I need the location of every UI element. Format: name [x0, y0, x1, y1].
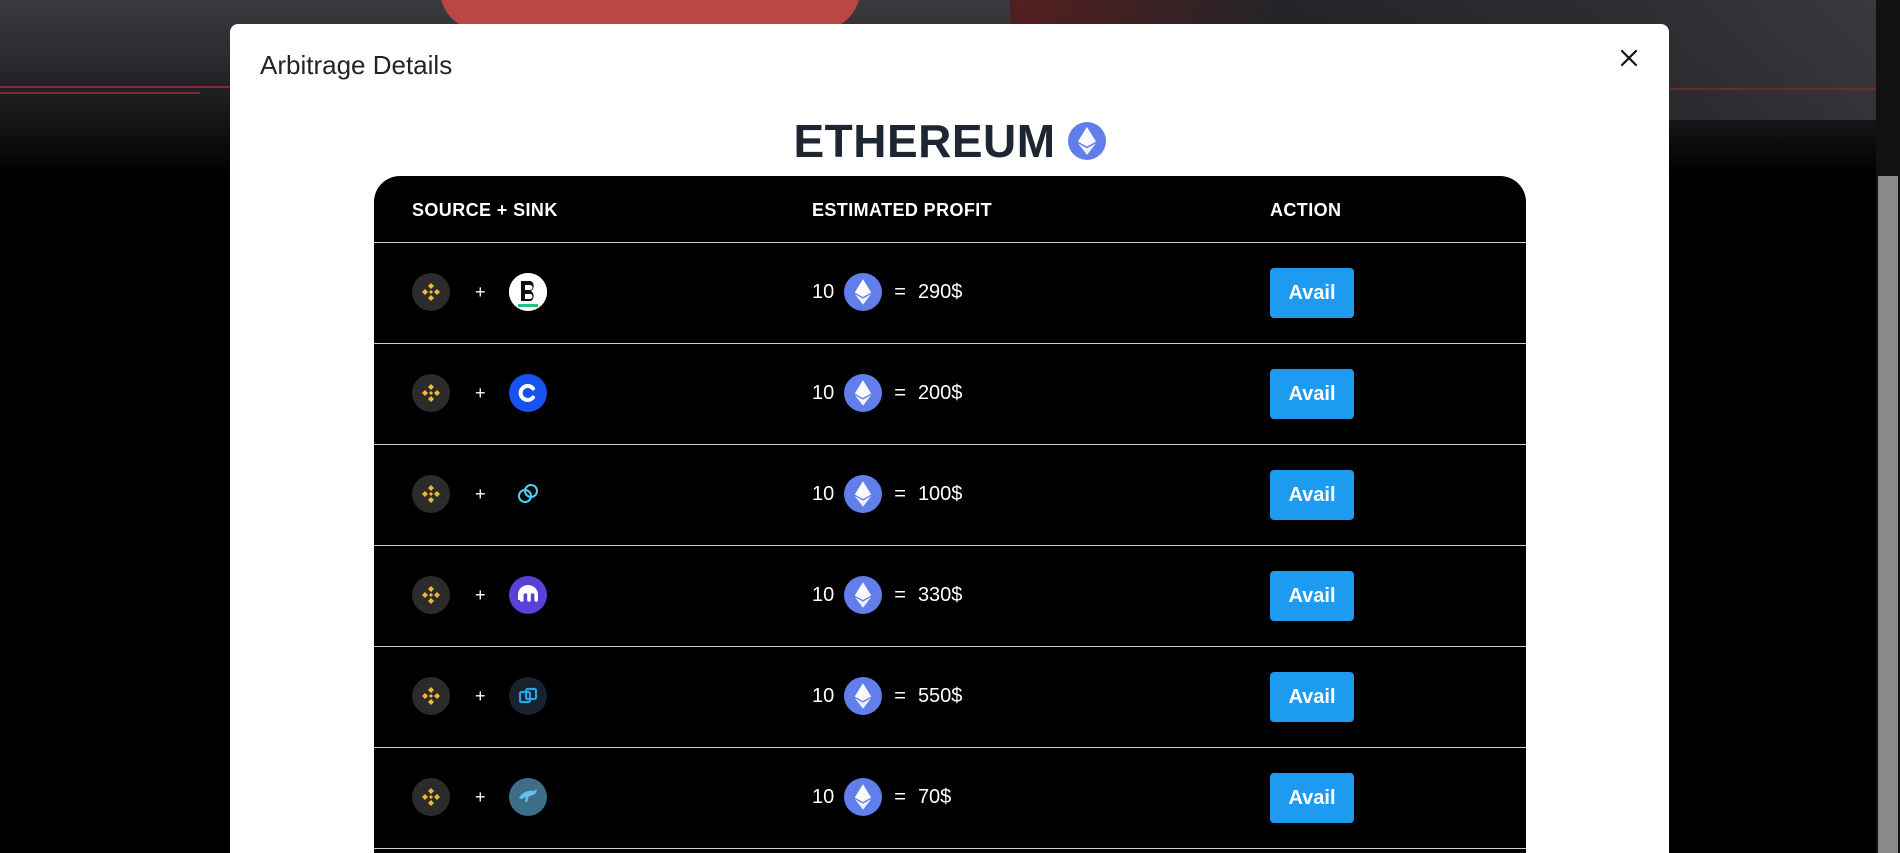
- plus-sign: +: [475, 685, 486, 706]
- avail-button[interactable]: Avail: [1270, 672, 1354, 722]
- equals-sign: =: [894, 785, 906, 808]
- modal-title: Arbitrage Details: [260, 50, 453, 80]
- equals-sign: =: [894, 280, 906, 303]
- ethereum-icon: [844, 778, 883, 816]
- binance-icon: [412, 374, 450, 412]
- page-scrollbar-thumb[interactable]: [1878, 176, 1898, 853]
- kraken-icon: [508, 576, 547, 614]
- estimated-profit: 10 = 200$: [812, 374, 962, 412]
- profit-value: 330$: [917, 583, 963, 606]
- profit-amount: 10: [812, 381, 835, 404]
- estimated-profit: 10 = 330$: [812, 576, 962, 614]
- binance-icon: [412, 273, 450, 311]
- estimated-profit: 10 = 550$: [812, 677, 962, 715]
- plus-sign: +: [475, 584, 486, 605]
- arbitrage-details-modal: Arbitrage Details ETHEREUM SOURCE + SINK…: [230, 24, 1669, 853]
- avail-button[interactable]: Avail: [1270, 470, 1354, 520]
- exchange-pair: +: [412, 677, 547, 715]
- header-action: ACTION: [1270, 200, 1342, 220]
- close-button[interactable]: [1611, 40, 1647, 76]
- profit-value: 550$: [917, 684, 963, 707]
- bitget-icon: [508, 273, 547, 311]
- binance-icon: [412, 677, 450, 715]
- plus-sign: +: [475, 281, 486, 302]
- equals-sign: =: [894, 381, 906, 404]
- table-row: + 10 = 100$ Avail: [374, 445, 1526, 546]
- table-row: + 10 = 290$ Avail: [374, 243, 1526, 344]
- profit-amount: 10: [812, 785, 835, 808]
- table-row: + 10 = 200$ Avail: [374, 344, 1526, 445]
- estimated-profit: 10 = 290$: [812, 273, 962, 311]
- coinbase-icon: [508, 374, 547, 412]
- header-estimated-profit: ESTIMATED PROFIT: [812, 200, 993, 220]
- equals-sign: =: [894, 684, 906, 707]
- header-source-sink: SOURCE + SINK: [412, 200, 558, 220]
- profit-amount: 10: [812, 280, 835, 303]
- table-row: + 10 = 550$ Avail: [374, 647, 1526, 748]
- exchange-pair: +: [412, 475, 547, 513]
- estimated-profit: 10 = 70$: [812, 778, 951, 816]
- profit-value: 290$: [917, 280, 963, 303]
- table-header: SOURCE + SINK ESTIMATED PROFIT ACTION: [374, 176, 1526, 243]
- exchange-pair: +: [412, 576, 547, 614]
- ethereum-icon: [844, 273, 883, 311]
- estimated-profit: 10 = 100$: [812, 475, 962, 513]
- binance-icon: [412, 778, 450, 816]
- exchange-pair: +: [412, 374, 547, 412]
- profit-value: 70$: [917, 785, 952, 808]
- exchange-pair: +: [412, 273, 547, 311]
- profit-value: 100$: [917, 482, 963, 505]
- profit-amount: 10: [812, 583, 835, 606]
- equals-sign: =: [894, 482, 906, 505]
- close-icon[interactable]: [1619, 48, 1639, 68]
- coin-heading: ETHEREUM: [230, 114, 1669, 168]
- plus-sign: +: [475, 483, 486, 504]
- ethereum-icon: [844, 576, 883, 614]
- profit-amount: 10: [812, 482, 835, 505]
- avail-button[interactable]: Avail: [1270, 268, 1354, 318]
- kucoin-icon: [508, 778, 547, 816]
- background-stripe: [0, 92, 200, 94]
- background-stripe: [0, 86, 240, 88]
- table-row: + 10 = 330$ Avail: [374, 546, 1526, 647]
- ethereum-icon: [844, 374, 883, 412]
- exchange-pair: +: [412, 778, 547, 816]
- ethereum-icon: [844, 475, 883, 513]
- ethereum-icon: [844, 677, 883, 715]
- profit-value: 200$: [917, 381, 963, 404]
- arbitrage-table: SOURCE + SINK ESTIMATED PROFIT ACTION + …: [374, 176, 1526, 853]
- avail-button[interactable]: Avail: [1270, 369, 1354, 419]
- profit-amount: 10: [812, 684, 835, 707]
- avail-button[interactable]: Avail: [1270, 571, 1354, 621]
- ethereum-icon: [1067, 122, 1106, 160]
- background-stripe: [1670, 88, 1900, 90]
- plus-sign: +: [475, 382, 486, 403]
- binance-icon: [412, 475, 450, 513]
- table-row: + 10 = 70$ Avail: [374, 748, 1526, 849]
- bitfinex-icon: [508, 677, 547, 715]
- coin-name: ETHEREUM: [793, 115, 1056, 167]
- equals-sign: =: [894, 583, 906, 606]
- binance-icon: [412, 576, 450, 614]
- avail-button[interactable]: Avail: [1270, 773, 1354, 823]
- gemini-icon: [508, 475, 547, 513]
- plus-sign: +: [475, 786, 486, 807]
